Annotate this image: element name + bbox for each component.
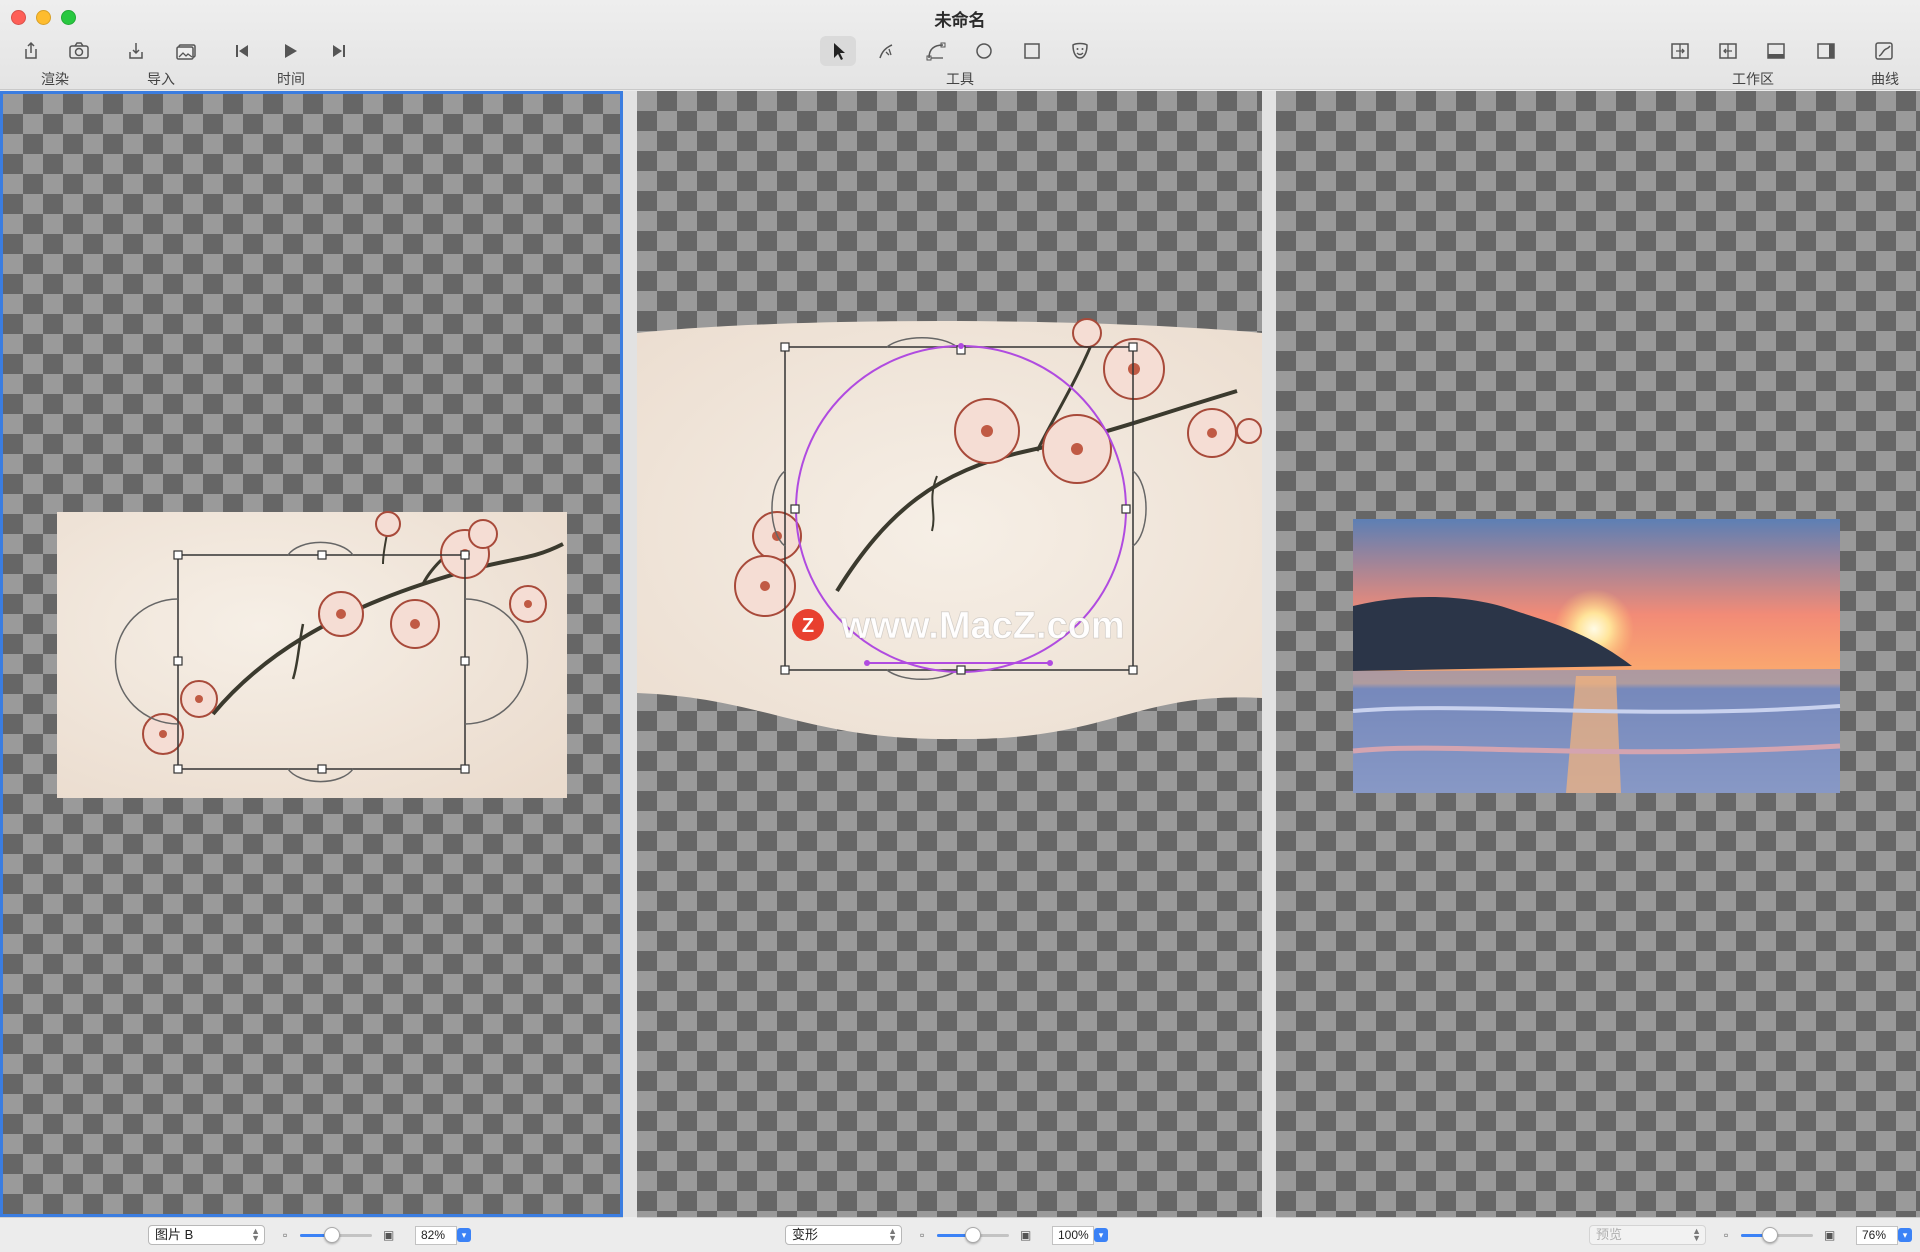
- workspace-left-button[interactable]: [1710, 36, 1746, 66]
- ellipse-tool-button[interactable]: [966, 36, 1002, 66]
- go-to-start-button[interactable]: [224, 36, 260, 66]
- workspace-label: 工作区: [1732, 71, 1774, 87]
- morph-canvas[interactable]: Z www.MacZ.com: [637, 91, 1262, 1217]
- import-label: 导入: [147, 71, 175, 87]
- skip-forward-icon: [333, 45, 345, 57]
- zoom-in-icon[interactable]: ▣: [1020, 1228, 1031, 1242]
- square-icon: [1024, 43, 1040, 59]
- preview-layer: [1352, 519, 1841, 793]
- zoom-field[interactable]: 100%: [1052, 1226, 1094, 1245]
- circle-icon: [976, 43, 992, 59]
- skip-back-icon: [236, 45, 248, 57]
- zoom-field[interactable]: 82%: [415, 1226, 457, 1245]
- panel-right-icon: [1817, 43, 1835, 59]
- camera-icon: [69, 42, 89, 59]
- curve-label: 曲线: [1871, 71, 1899, 87]
- zoom-out-icon[interactable]: ▫: [920, 1228, 924, 1242]
- panel-split-icon: [1671, 43, 1689, 59]
- face-icon: [1072, 42, 1088, 59]
- sunset-image: [1352, 519, 1841, 793]
- curve-tool-button[interactable]: [918, 36, 954, 66]
- image-b-layer: [57, 511, 567, 798]
- face-tool-button[interactable]: [1062, 36, 1098, 66]
- right-status-bar: 预览 ▲ ▼ ▫ ▣ 76% ▾: [1276, 1217, 1920, 1252]
- select-tool-button[interactable]: [820, 36, 856, 66]
- mode-select-value: 变形: [792, 1227, 819, 1242]
- app-window: 未命名 渲染 导入 时间 工具 工作区 曲线 Z www.MacZ.com 图片…: [0, 0, 1920, 1252]
- preview-canvas[interactable]: [1276, 91, 1920, 1217]
- play-button[interactable]: [272, 36, 308, 66]
- zoom-slider[interactable]: [1741, 1227, 1813, 1243]
- pen-line-icon: [879, 44, 893, 59]
- window-title: 未命名: [934, 11, 986, 30]
- panel-left-icon: [1719, 43, 1737, 59]
- curve-graph-icon: [1875, 42, 1893, 60]
- mode-select[interactable]: 变形 ▲ ▼: [785, 1225, 902, 1245]
- zoom-slider[interactable]: [937, 1227, 1009, 1243]
- panel-divider[interactable]: [1262, 91, 1276, 1217]
- bezier-icon: [926, 42, 946, 61]
- go-to-end-button[interactable]: [321, 36, 357, 66]
- image-select-value: 图片 B: [155, 1227, 194, 1242]
- zoom-dropdown-button[interactable]: ▾: [1898, 1228, 1912, 1242]
- watermark-text: www.MacZ.com: [840, 605, 1125, 647]
- zoom-slider-knob[interactable]: [324, 1227, 341, 1243]
- zoom-dropdown-button[interactable]: ▾: [1094, 1228, 1108, 1242]
- zoom-slider[interactable]: [300, 1227, 372, 1243]
- left-status-bar: 图片 B ▲ ▼ ▫ ▣ 82% ▾: [0, 1217, 623, 1252]
- photo-icon: [176, 44, 196, 60]
- line-tool-button[interactable]: [869, 36, 905, 66]
- middle-status-bar: 变形 ▲ ▼ ▫ ▣ 100% ▾: [637, 1217, 1262, 1252]
- import-button[interactable]: [118, 36, 154, 66]
- snapshot-button[interactable]: [61, 36, 97, 66]
- zoom-out-icon[interactable]: ▫: [283, 1228, 287, 1242]
- render-label: 渲染: [41, 71, 69, 87]
- zoom-field[interactable]: 76%: [1856, 1226, 1898, 1245]
- time-label: 时间: [277, 71, 305, 87]
- image-b-canvas[interactable]: [0, 91, 623, 1217]
- zoom-slider-knob[interactable]: [1761, 1227, 1778, 1243]
- zoom-in-icon[interactable]: ▣: [1824, 1228, 1835, 1242]
- zoom-slider-knob[interactable]: [965, 1227, 981, 1243]
- zoom-out-icon[interactable]: ▫: [1724, 1228, 1728, 1242]
- image-select[interactable]: 图片 B ▲ ▼: [148, 1225, 265, 1245]
- updown-arrows-icon: ▲ ▼: [1692, 1226, 1701, 1243]
- play-icon: [285, 44, 297, 58]
- workspace-split-button[interactable]: [1662, 36, 1698, 66]
- share-button[interactable]: [13, 36, 49, 66]
- watermark-logo-letter: Z: [802, 615, 814, 637]
- toolbar: 未命名 渲染 导入 时间 工具 工作区 曲线: [0, 0, 1920, 90]
- workspace-bottom-button[interactable]: [1758, 36, 1794, 66]
- preview-select[interactable]: 预览 ▲ ▼: [1589, 1225, 1706, 1245]
- zoom-in-icon[interactable]: ▣: [383, 1228, 394, 1242]
- tools-label: 工具: [946, 71, 974, 87]
- curve-button[interactable]: [1866, 36, 1902, 66]
- zoom-dropdown-button[interactable]: ▾: [457, 1228, 471, 1242]
- download-icon: [129, 43, 143, 59]
- warped-blossom-image: [637, 321, 1262, 740]
- updown-arrows-icon: ▲ ▼: [251, 1226, 260, 1243]
- rectangle-tool-button[interactable]: [1014, 36, 1050, 66]
- panel-divider[interactable]: [623, 91, 637, 1217]
- morph-layer: Z www.MacZ.com: [637, 318, 1262, 740]
- import-image-button[interactable]: [168, 36, 204, 66]
- workspace-right-button[interactable]: [1808, 36, 1844, 66]
- updown-arrows-icon: ▲ ▼: [888, 1226, 897, 1243]
- preview-select-value: 预览: [1596, 1227, 1623, 1242]
- share-icon: [25, 41, 37, 59]
- panel-bottom-icon: [1767, 43, 1785, 59]
- pointer-icon: [834, 43, 845, 60]
